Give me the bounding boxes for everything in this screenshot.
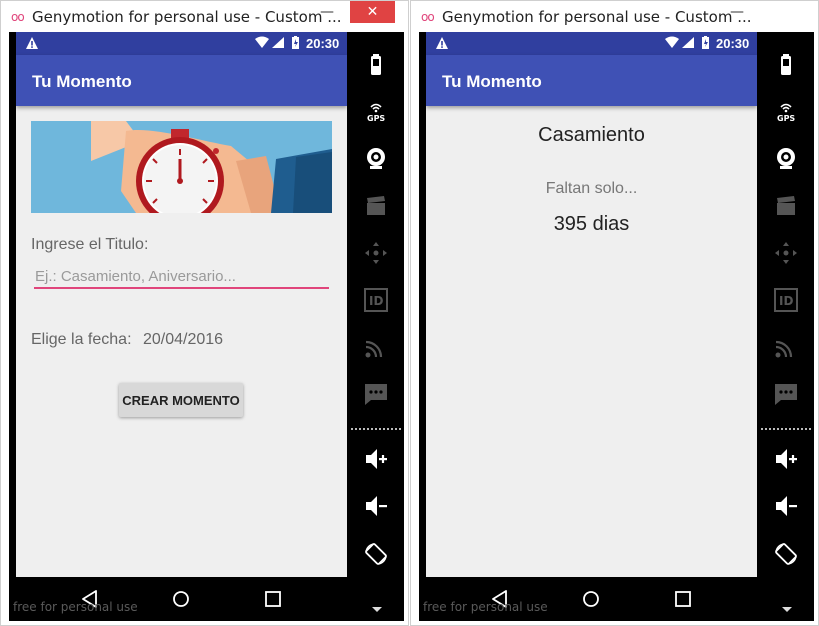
svg-text:GPS: GPS	[367, 114, 385, 123]
android-screen: 20:30 Tu Momento Casamiento Faltan solo.…	[426, 32, 757, 577]
status-icons	[255, 36, 299, 49]
sms-icon[interactable]	[773, 381, 799, 407]
sms-icon[interactable]	[363, 381, 389, 407]
svg-text:ID: ID	[369, 294, 383, 308]
app-title: Tu Momento	[442, 72, 542, 91]
title-input[interactable]	[34, 265, 330, 287]
svg-text:GPS: GPS	[777, 114, 795, 123]
warning-icon	[436, 37, 448, 49]
svg-text:ID: ID	[779, 294, 793, 308]
title-bar[interactable]: oo Genymotion for personal use - Custom …	[411, 1, 818, 32]
device-frame: 20:30 Tu Momento Ingrese el Titulo: Ej.:…	[9, 32, 404, 621]
signal-icon	[272, 37, 284, 48]
event-title: Casamiento	[538, 124, 645, 146]
battery-icon[interactable]	[363, 52, 389, 78]
volume-up-icon[interactable]	[773, 446, 799, 472]
minimize-button[interactable]: —	[314, 5, 340, 25]
watermark-text: free for personal use	[423, 600, 548, 614]
battery-charging-icon	[292, 36, 299, 49]
watermark-text: free for personal use	[13, 600, 138, 614]
rotate-icon[interactable]	[363, 541, 389, 567]
create-moment-button[interactable]: CREAR MOMENTO	[119, 383, 243, 417]
signal-icon	[682, 37, 694, 48]
countdown-subtitle: Faltan solo...	[545, 180, 638, 197]
webcam-icon[interactable]	[363, 146, 389, 172]
genymotion-logo-icon: oo	[11, 10, 25, 24]
device-id-icon[interactable]: ID	[773, 287, 799, 313]
app-title: Tu Momento	[32, 72, 132, 91]
volume-down-icon[interactable]	[773, 493, 799, 519]
toolbar-separator	[761, 428, 811, 430]
app-bar: Tu Momento	[16, 55, 347, 106]
minimize-button[interactable]: —	[724, 5, 750, 25]
wifi-icon	[665, 36, 679, 48]
genymotion-logo-icon: oo	[421, 10, 435, 24]
device-frame: 20:30 Tu Momento Casamiento Faltan solo.…	[419, 32, 814, 621]
close-button[interactable]: ✕	[350, 1, 395, 23]
dpad-icon[interactable]	[773, 240, 799, 266]
status-bar: 20:30	[426, 32, 757, 55]
battery-icon[interactable]	[773, 52, 799, 78]
video-capture-icon[interactable]	[363, 193, 389, 219]
gps-icon[interactable]: GPS	[363, 99, 389, 125]
dpad-icon[interactable]	[363, 240, 389, 266]
home-icon[interactable]	[582, 590, 600, 608]
android-screen: 20:30 Tu Momento Ingrese el Titulo: Ej.:…	[16, 32, 347, 577]
app-bar: Tu Momento	[426, 55, 757, 106]
status-bar: 20:30	[16, 32, 347, 55]
webcam-icon[interactable]	[773, 146, 799, 172]
status-icons	[665, 36, 709, 49]
status-time: 20:30	[306, 36, 340, 51]
device-id-icon[interactable]: ID	[363, 287, 389, 313]
battery-charging-icon	[702, 36, 709, 49]
gps-icon[interactable]: GPS	[773, 99, 799, 125]
home-icon[interactable]	[172, 590, 190, 608]
cast-icon[interactable]	[773, 334, 799, 360]
title-input-underline	[34, 287, 329, 289]
window-title: Genymotion for personal use - Custom ...	[442, 8, 752, 26]
window-title: Genymotion for personal use - Custom ...	[32, 8, 342, 26]
title-bar[interactable]: oo Genymotion for personal use - Custom …	[1, 1, 408, 32]
toolbar-scroll-down-icon[interactable]	[782, 607, 792, 612]
volume-up-icon[interactable]	[363, 446, 389, 472]
toolbar-separator	[351, 428, 401, 430]
android-nav-bar: free for personal use	[419, 577, 757, 621]
android-nav-bar: free for personal use	[9, 577, 347, 621]
status-time: 20:30	[716, 36, 750, 51]
volume-down-icon[interactable]	[363, 493, 389, 519]
wifi-icon	[255, 36, 269, 48]
days-remaining: 395 dias	[553, 213, 630, 235]
video-capture-icon[interactable]	[773, 193, 799, 219]
recents-icon[interactable]	[264, 590, 282, 608]
stopwatch-banner-image	[31, 121, 332, 213]
warning-icon	[26, 37, 38, 49]
emulator-window-1: oo Genymotion for personal use - Custom …	[0, 0, 409, 626]
genymotion-toolbar: GPS ID	[757, 32, 814, 621]
cast-icon[interactable]	[363, 334, 389, 360]
date-label: Elige la fecha:	[31, 331, 132, 348]
date-value[interactable]: 20/04/2016	[143, 331, 223, 349]
rotate-icon[interactable]	[773, 541, 799, 567]
recents-icon[interactable]	[674, 590, 692, 608]
emulator-window-2: oo Genymotion for personal use - Custom …	[410, 0, 819, 626]
genymotion-toolbar: GPS ID	[347, 32, 404, 621]
toolbar-scroll-down-icon[interactable]	[372, 607, 382, 612]
title-label: Ingrese el Titulo:	[31, 236, 149, 253]
